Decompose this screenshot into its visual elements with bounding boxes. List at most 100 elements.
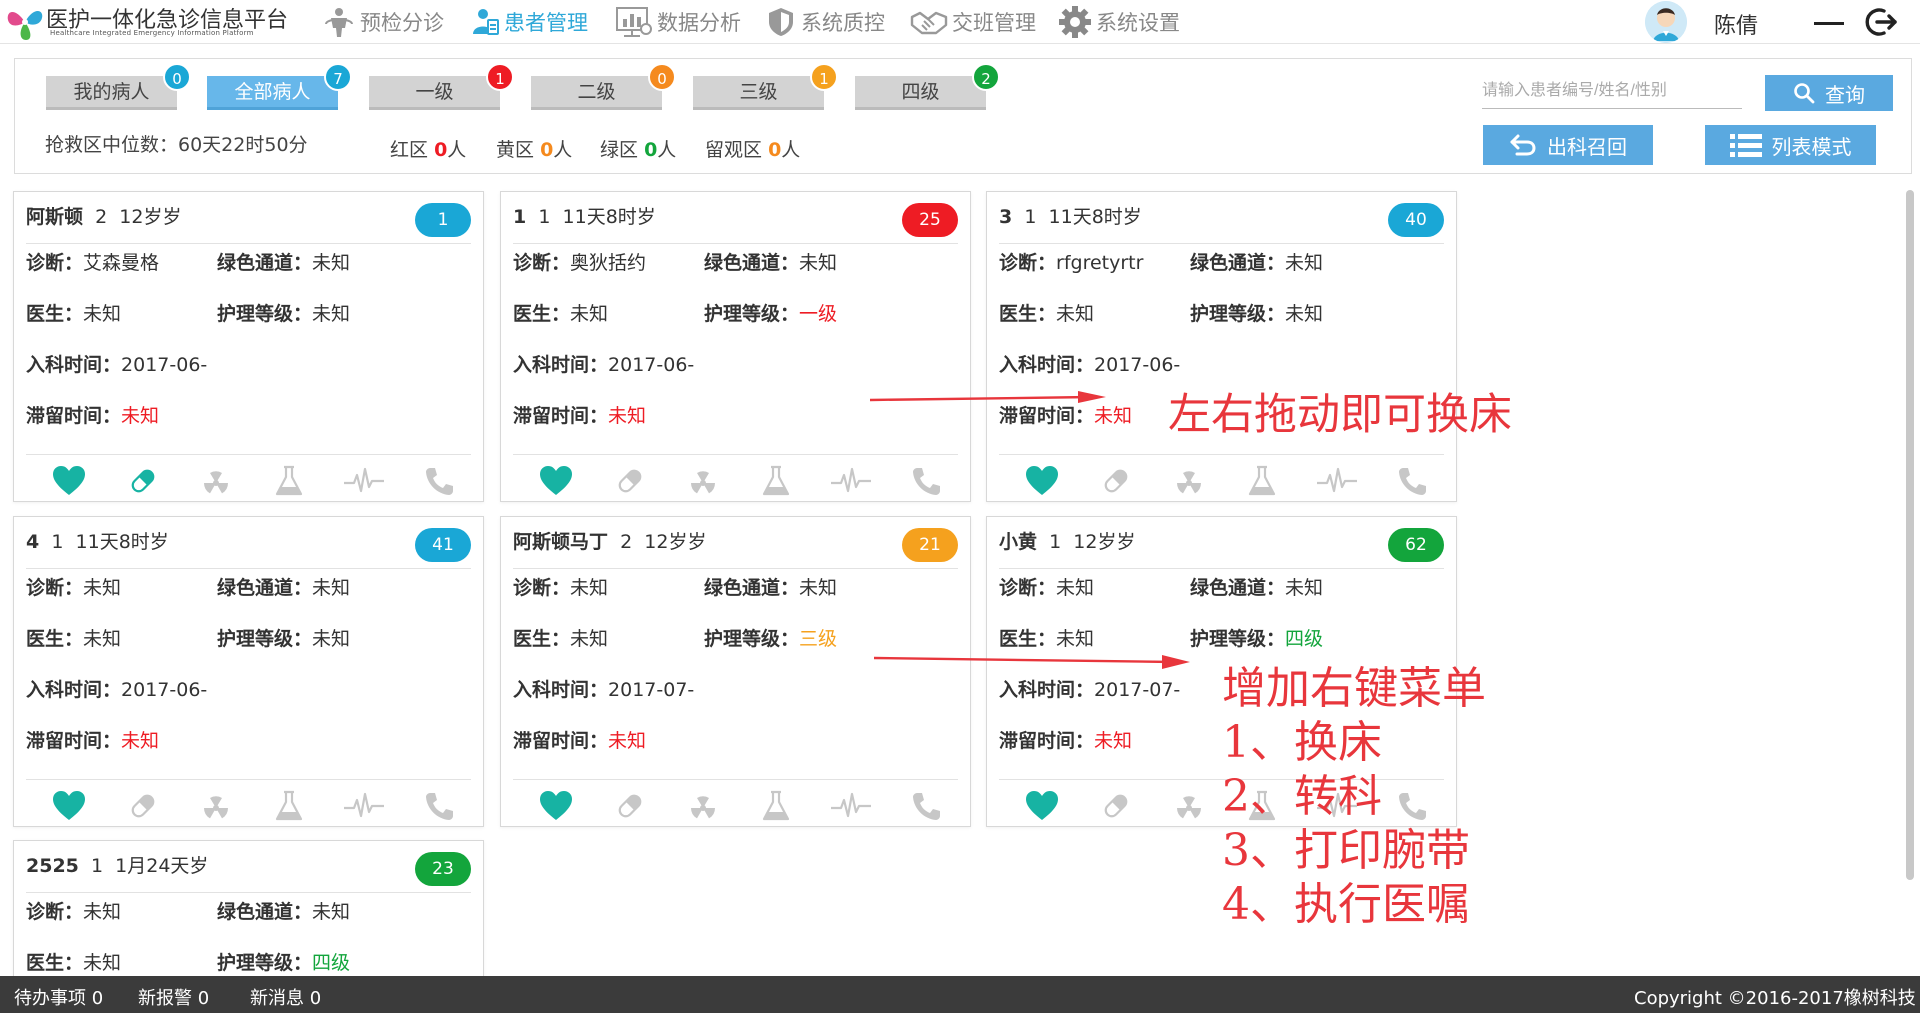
pill-icon[interactable] xyxy=(1099,465,1133,497)
patient-gender: 2 xyxy=(95,206,108,228)
patient-card[interactable]: 阿斯顿 2 12岁岁 1 诊断：艾森曼格 绿色通道：未知 医生：未知 护理等级：… xyxy=(13,191,484,502)
zone-unit: 人 xyxy=(781,139,801,161)
heart-icon[interactable] xyxy=(539,465,573,497)
diagnosis-value: 艾森曼格 xyxy=(83,252,160,274)
field-label: 医生： xyxy=(26,303,84,325)
recall-button[interactable]: 出科召回 xyxy=(1483,125,1653,165)
pill-icon[interactable] xyxy=(613,465,647,497)
scrollbar[interactable] xyxy=(1906,190,1914,880)
heart-icon[interactable] xyxy=(1025,465,1059,497)
phone-icon[interactable] xyxy=(909,465,943,497)
pulse-icon[interactable] xyxy=(344,790,384,822)
pill-icon[interactable] xyxy=(126,465,160,497)
flask-icon[interactable] xyxy=(272,465,306,497)
flask-icon[interactable] xyxy=(759,790,793,822)
bed-number-badge: 40 xyxy=(1388,203,1444,237)
nav-quality-control[interactable]: 系统质控 xyxy=(765,4,885,40)
phone-icon[interactable] xyxy=(422,465,456,497)
phone-icon[interactable] xyxy=(1395,465,1429,497)
tab-level-3[interactable]: 三级 1 xyxy=(693,63,838,110)
tab-my-patients[interactable]: 我的病人 0 xyxy=(46,63,191,110)
stay-time-value: 未知 xyxy=(121,405,160,427)
flask-icon[interactable] xyxy=(1245,465,1279,497)
pill-icon[interactable] xyxy=(126,790,160,822)
pulse-icon[interactable] xyxy=(831,465,871,497)
field-label: 滞留时间： xyxy=(513,730,609,752)
radiation-icon[interactable] xyxy=(686,465,720,497)
patient-name: 小黄 xyxy=(999,531,1038,553)
phone-icon[interactable] xyxy=(422,790,456,822)
card-header: 小黄 1 12岁岁 62 xyxy=(999,527,1444,569)
nav-patient-management[interactable]: 患者管理 xyxy=(470,4,588,40)
tab-level-4[interactable]: 四级 2 xyxy=(855,63,1000,110)
radiation-icon[interactable] xyxy=(1172,790,1206,822)
nav-triage[interactable]: 预检分诊 xyxy=(322,4,444,40)
diagnosis-field: 诊断：未知 xyxy=(26,897,121,924)
nursing-level-value: 三级 xyxy=(799,628,838,650)
search-input[interactable] xyxy=(1482,73,1742,109)
nav-system-settings[interactable]: 系统设置 xyxy=(1058,4,1180,40)
pill-icon[interactable] xyxy=(1099,790,1133,822)
field-label: 绿色通道： xyxy=(704,252,800,274)
pulse-icon[interactable] xyxy=(1317,465,1357,497)
heart-icon[interactable] xyxy=(52,790,86,822)
top-header: 医护一体化急诊信息平台 Healthcare Integrated Emerge… xyxy=(0,0,1920,44)
patient-card[interactable]: 2525 1 1月24天岁 23 诊断：未知 绿色通道：未知 医生：未知 护理等… xyxy=(13,840,484,980)
admission-time-field: 入科时间：2017-06- xyxy=(26,675,207,702)
heart-icon[interactable] xyxy=(1025,790,1059,822)
pulse-icon[interactable] xyxy=(344,465,384,497)
flask-icon[interactable] xyxy=(272,790,306,822)
doctor-value: 未知 xyxy=(1056,628,1095,650)
pulse-icon[interactable] xyxy=(831,790,871,822)
patient-card[interactable]: 3 1 11天8时岁 40 诊断：rfgretyrtr 绿色通道：未知 医生：未… xyxy=(986,191,1457,502)
green-channel-value: 未知 xyxy=(312,901,351,923)
handshake-icon xyxy=(910,11,948,35)
count-badge: 7 xyxy=(324,63,352,91)
user-name[interactable]: 陈倩 xyxy=(1714,8,1758,40)
stay-time-field: 滞留时间：未知 xyxy=(26,726,159,753)
doctor-field: 医生：未知 xyxy=(999,624,1094,651)
field-label: 诊断： xyxy=(513,252,571,274)
field-label: 滞留时间： xyxy=(999,730,1095,752)
field-label: 滞留时间： xyxy=(513,405,609,427)
nav-shift-handover[interactable]: 交班管理 xyxy=(910,4,1036,40)
zone-count: 0 xyxy=(434,139,448,161)
phone-icon[interactable] xyxy=(909,790,943,822)
tab-level-2[interactable]: 二级 0 xyxy=(531,63,676,110)
logout-icon[interactable] xyxy=(1862,4,1898,40)
stay-time-value: 未知 xyxy=(608,405,647,427)
field-label: 入科时间： xyxy=(999,354,1095,376)
doctor-value: 未知 xyxy=(570,303,609,325)
pill-icon[interactable] xyxy=(613,790,647,822)
patient-age: 12岁岁 xyxy=(1073,531,1136,553)
doctor-value: 未知 xyxy=(83,952,122,974)
radiation-icon[interactable] xyxy=(1172,465,1206,497)
heart-icon[interactable] xyxy=(539,790,573,822)
todo-count[interactable]: 待办事项 0 xyxy=(14,984,103,1010)
patient-card[interactable]: 4 1 11天8时岁 41 诊断：未知 绿色通道：未知 医生：未知 护理等级：未… xyxy=(13,516,484,827)
recall-button-label: 出科召回 xyxy=(1547,134,1627,159)
green-channel-value: 未知 xyxy=(1285,577,1324,599)
flask-icon[interactable] xyxy=(759,465,793,497)
list-mode-button[interactable]: 列表模式 xyxy=(1705,125,1876,165)
doctor-field: 医生：未知 xyxy=(26,299,121,326)
diagnosis-value: 未知 xyxy=(1056,577,1095,599)
heart-icon[interactable] xyxy=(52,465,86,497)
patient-card[interactable]: 1 1 11天8时岁 25 诊断：奥狄括约 绿色通道：未知 医生：未知 护理等级… xyxy=(500,191,971,502)
alarm-count[interactable]: 新报警 0 xyxy=(138,984,209,1010)
tab-all-patients[interactable]: 全部病人 7 xyxy=(207,63,352,110)
message-count[interactable]: 新消息 0 xyxy=(250,984,321,1010)
nav-data-analysis[interactable]: 数据分析 xyxy=(615,4,741,40)
zone-unit: 人 xyxy=(553,139,573,161)
doctor-field: 医生：未知 xyxy=(513,299,608,326)
radiation-icon[interactable] xyxy=(686,790,720,822)
tab-label: 二级 xyxy=(577,81,616,103)
field-label: 入科时间： xyxy=(26,354,122,376)
avatar[interactable] xyxy=(1645,1,1687,43)
search-button[interactable]: 查询 xyxy=(1765,75,1893,111)
minimize-button[interactable] xyxy=(1812,8,1846,36)
tab-level-1[interactable]: 一级 1 xyxy=(369,63,514,110)
radiation-icon[interactable] xyxy=(199,465,233,497)
green-channel-field: 绿色通道：未知 xyxy=(217,573,350,600)
radiation-icon[interactable] xyxy=(199,790,233,822)
